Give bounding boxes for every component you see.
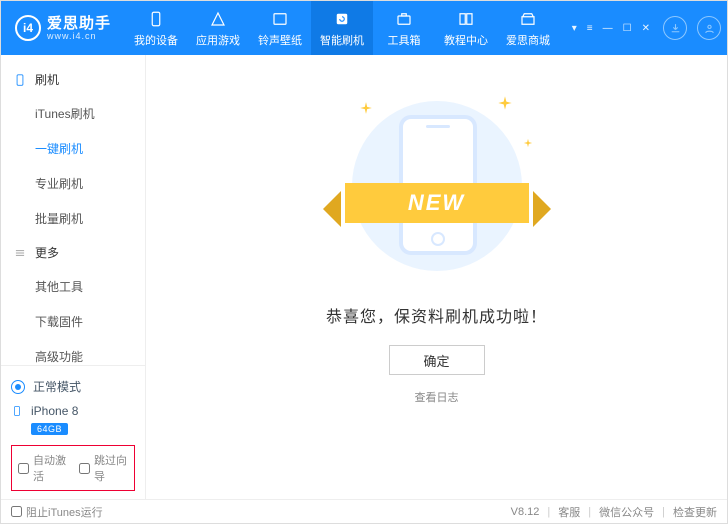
check-update-link[interactable]: 检查更新: [673, 504, 717, 520]
mode-row[interactable]: 正常模式: [11, 374, 135, 403]
sidebar-item-itunes-flash[interactable]: iTunes刷机: [1, 96, 145, 131]
success-illustration: NEW: [327, 91, 547, 281]
sidebar-item-batch-flash[interactable]: 批量刷机: [1, 201, 145, 236]
brand-logo-icon: i4: [15, 15, 41, 41]
sidebar-item-pro-flash[interactable]: 专业刷机: [1, 166, 145, 201]
device-row[interactable]: iPhone 8: [11, 403, 135, 419]
spark-icon: [359, 101, 373, 118]
tab-tutorial[interactable]: 教程中心: [435, 1, 497, 55]
success-message: 恭喜您，保资料刷机成功啦！: [326, 303, 547, 327]
phone-icon: [146, 9, 166, 29]
version-label: V8.12: [511, 506, 540, 518]
tab-tools[interactable]: 工具箱: [373, 1, 435, 55]
refresh-icon: [332, 9, 352, 29]
skip-guide-checkbox[interactable]: 跳过向导: [79, 452, 128, 484]
top-bar: i4 爱思助手 www.i4.cn 我的设备 应用游戏 铃声壁纸 智能刷机 工具…: [1, 1, 727, 55]
tab-apps[interactable]: 应用游戏: [187, 1, 249, 55]
block-itunes-checkbox[interactable]: 阻止iTunes运行: [11, 504, 103, 520]
sidebar-cat-flash[interactable]: 刷机: [1, 63, 145, 96]
apps-icon: [208, 9, 228, 29]
ok-button[interactable]: 确定: [389, 345, 485, 375]
sidebar-item-oneclick-flash[interactable]: 一键刷机: [1, 131, 145, 166]
store-icon: [518, 9, 538, 29]
wechat-link[interactable]: 微信公众号: [599, 504, 654, 520]
download-button[interactable]: [663, 16, 687, 40]
support-link[interactable]: 客服: [558, 504, 580, 520]
top-tabs: 我的设备 应用游戏 铃声壁纸 智能刷机 工具箱 教程中心 爱思商城: [125, 1, 559, 55]
maximize-icon[interactable]: ☐: [620, 23, 635, 34]
sidebar: 刷机 iTunes刷机 一键刷机 专业刷机 批量刷机 更多 其他工具 下载固件 …: [1, 55, 146, 499]
spark-icon: [497, 95, 513, 114]
close-icon[interactable]: ✕: [639, 23, 653, 34]
options-row: 自动激活 跳过向导: [11, 445, 135, 491]
main-panel: NEW 恭喜您，保资料刷机成功啦！ 确定 查看日志: [146, 55, 727, 499]
sidebar-cat-more[interactable]: 更多: [1, 236, 145, 269]
menu-icon[interactable]: ≡: [584, 23, 596, 34]
brand: i4 爱思助手 www.i4.cn: [1, 15, 125, 41]
user-button[interactable]: [697, 16, 721, 40]
tshirt-icon[interactable]: ▾: [569, 23, 580, 34]
sidebar-item-advanced[interactable]: 高级功能: [1, 339, 145, 365]
minimize-icon[interactable]: —: [600, 23, 616, 34]
device-badge: 64GB: [31, 423, 68, 435]
sidebar-item-other-tools[interactable]: 其他工具: [1, 269, 145, 304]
book-icon: [456, 9, 476, 29]
brand-sub: www.i4.cn: [47, 31, 111, 41]
tab-flash[interactable]: 智能刷机: [311, 1, 373, 55]
tab-store[interactable]: 爱思商城: [497, 1, 559, 55]
footer: 阻止iTunes运行 V8.12 | 客服 | 微信公众号 | 检查更新: [1, 499, 727, 523]
auto-activate-checkbox[interactable]: 自动激活: [18, 452, 67, 484]
sidebar-item-download-fw[interactable]: 下载固件: [1, 304, 145, 339]
new-ribbon: NEW: [345, 183, 529, 223]
mode-dot-icon: [11, 380, 25, 394]
tab-ringtone[interactable]: 铃声壁纸: [249, 1, 311, 55]
tab-my-device[interactable]: 我的设备: [125, 1, 187, 55]
view-log-link[interactable]: 查看日志: [415, 389, 459, 405]
toolbox-icon: [394, 9, 414, 29]
image-icon: [270, 9, 290, 29]
spark-icon: [523, 137, 533, 151]
brand-name: 爱思助手: [47, 16, 111, 31]
window-controls: ▾ ≡ — ☐ ✕: [569, 16, 727, 40]
